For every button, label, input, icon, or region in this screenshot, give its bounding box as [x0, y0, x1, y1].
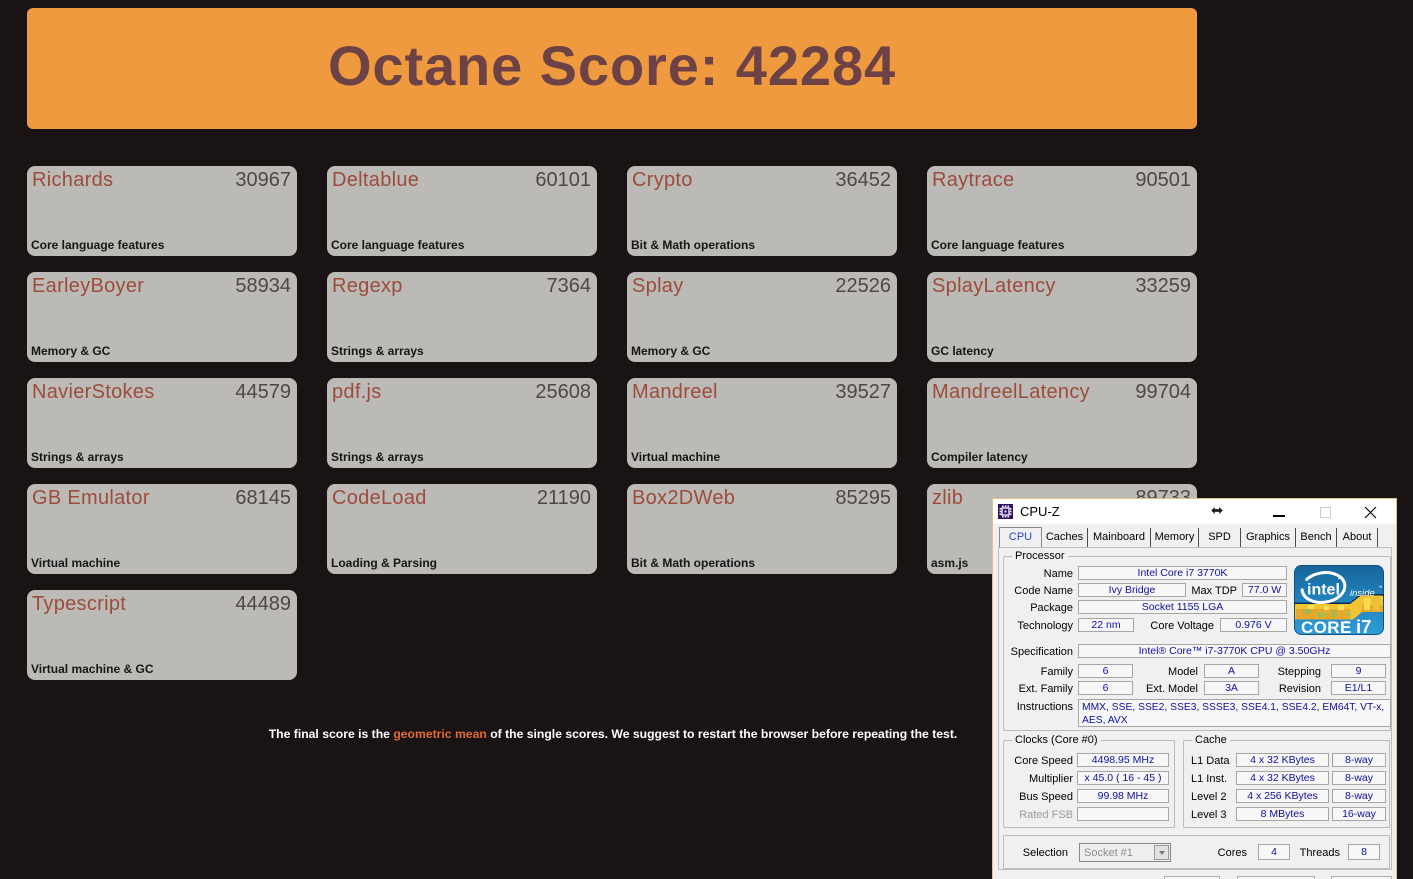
svg-text:inside: inside [1350, 588, 1375, 599]
svg-text:™: ™ [1378, 585, 1383, 590]
svg-text:intel: intel [1307, 582, 1340, 599]
svg-text:i7: i7 [1356, 616, 1371, 635]
svg-text:™: ™ [1344, 620, 1349, 625]
